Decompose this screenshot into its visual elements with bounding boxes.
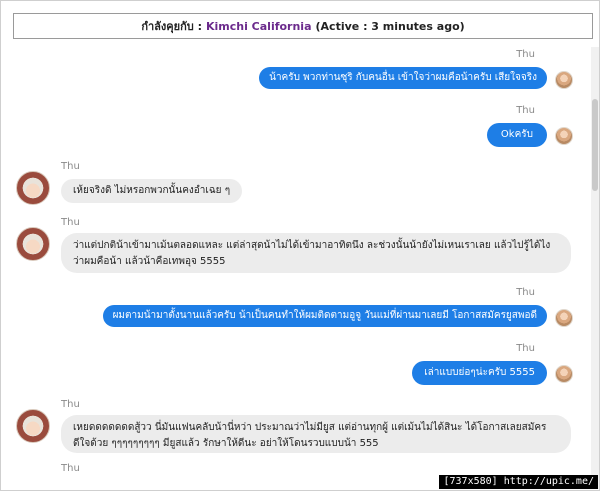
my-avatar: [555, 309, 573, 327]
message-sender: Thu: [516, 105, 535, 116]
message-sender: Thu: [516, 49, 535, 60]
chat-window: กำลังคุยกับ : Kimchi California (Active …: [0, 0, 600, 491]
incoming-message-bubble[interactable]: เห้ยจริงดิ ไม่หรอกพวกนั้นคงอำเฉย ๆ: [61, 179, 243, 203]
my-avatar: [555, 365, 573, 383]
message-sender: Thu: [516, 287, 535, 298]
scrollbar-thumb[interactable]: [592, 99, 598, 191]
message-sender: Thu: [61, 161, 80, 172]
message-row: Thu ว่าแต่ปกติน้าเข้ามาเม้นตลอดแหละ แต่ล…: [1, 215, 591, 275]
outgoing-message-bubble[interactable]: Okครับ: [486, 123, 547, 147]
message-row: Thu ผมตามน้ามาตั้งนานแล้วครับ น้าเป็นคนท…: [1, 285, 591, 333]
outgoing-message-bubble[interactable]: ผมตามน้ามาตั้งนานแล้วครับ น้าเป็นคนทำให้…: [102, 305, 547, 327]
upic-watermark: [737x580] http://upic.me/: [439, 475, 598, 489]
outgoing-message-bubble[interactable]: น้าครับ พวกท่านซุริ กับคนอื่น เข้าใจว่าผ…: [259, 67, 547, 89]
my-avatar: [555, 71, 573, 89]
message-row: Thu เหยดดดดดดดสู้วว นี่มันแฟนคลับน้านี่ห…: [1, 397, 591, 457]
message-sender: Thu: [61, 463, 80, 474]
message-sender: Thu: [61, 399, 80, 410]
message-sender: Thu: [516, 343, 535, 354]
my-avatar: [555, 127, 573, 145]
message-row: Thu เล่าแบบย่อๆน่ะครับ 5555: [1, 341, 591, 389]
incoming-message-bubble[interactable]: ว่าแต่ปกติน้าเข้ามาเม้นตลอดแหละ แต่ล่าสุ…: [61, 233, 571, 273]
outgoing-message-bubble[interactable]: เล่าแบบย่อๆน่ะครับ 5555: [412, 361, 547, 385]
scrollbar-track[interactable]: [591, 47, 599, 489]
contact-avatar[interactable]: [16, 227, 50, 261]
contact-avatar[interactable]: [16, 171, 50, 205]
incoming-message-bubble[interactable]: เหยดดดดดดดสู้วว นี่มันแฟนคลับน้านี่หว่า …: [61, 415, 571, 453]
message-row: Thu Okครับ: [1, 103, 591, 151]
message-row: Thu เห้ยจริงดิ ไม่หรอกพวกนั้นคงอำเฉย ๆ: [1, 159, 591, 209]
message-sender: Thu: [61, 217, 80, 228]
message-row: Thu น้าครับ พวกท่านซุริ กับคนอื่น เข้าใจ…: [1, 47, 591, 95]
message-list[interactable]: Thu น้าครับ พวกท่านซุริ กับคนอื่น เข้าใจ…: [1, 1, 591, 490]
contact-avatar[interactable]: [16, 409, 50, 443]
